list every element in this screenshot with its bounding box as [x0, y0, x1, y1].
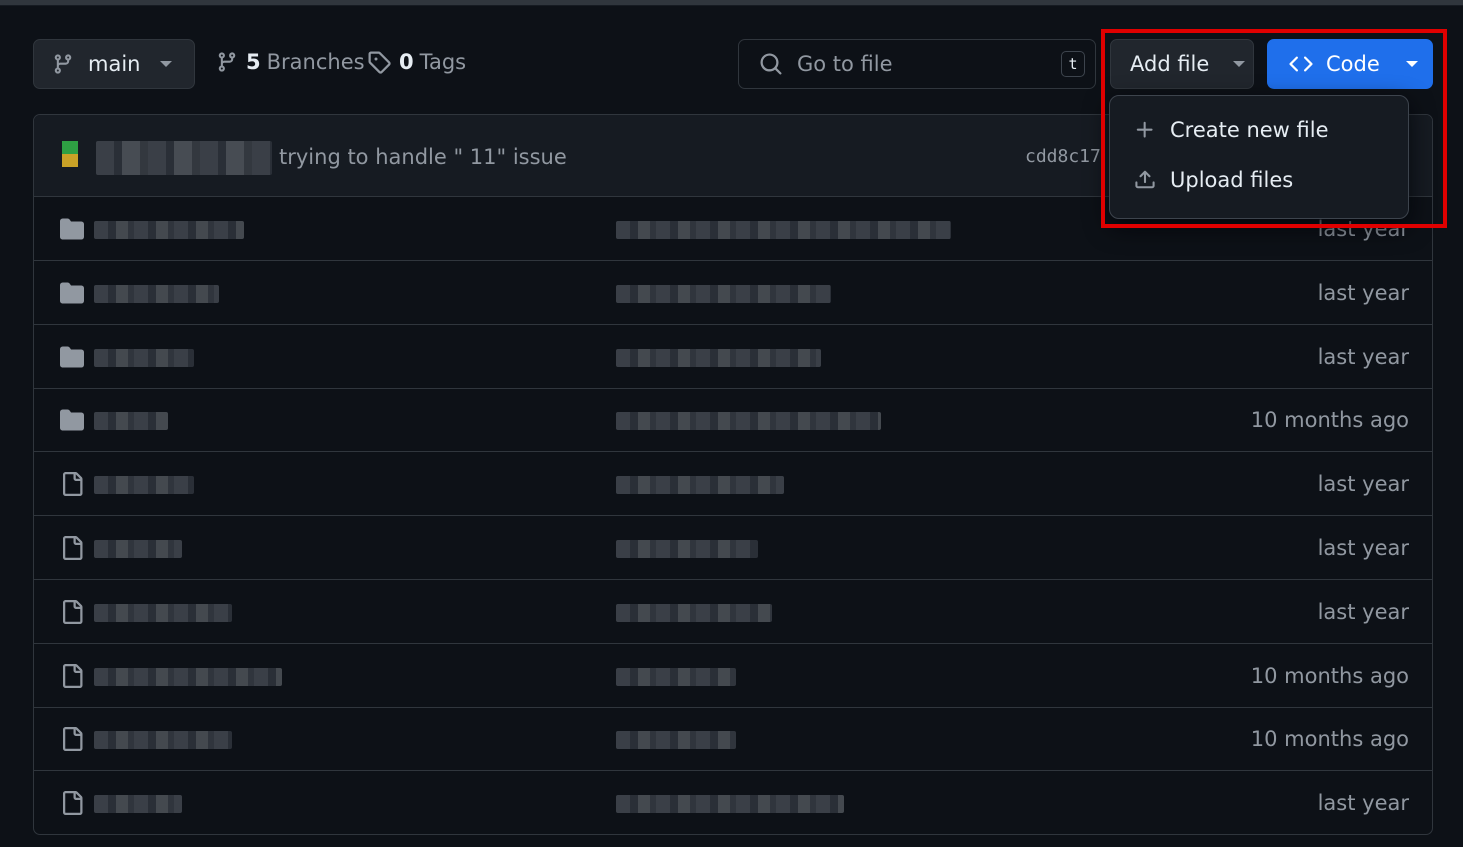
- commit-sha[interactable]: cdd8c17: [1025, 146, 1101, 167]
- go-to-file-input[interactable]: Go to file t: [738, 39, 1096, 89]
- file-icon: [60, 791, 84, 816]
- file-icon: [60, 599, 84, 624]
- last-modified-time: last year: [1317, 280, 1409, 305]
- table-row[interactable]: last year: [34, 452, 1432, 517]
- branches-label: Branches: [266, 50, 365, 74]
- commit-message-redacted[interactable]: [616, 221, 951, 239]
- file-name-redacted[interactable]: [94, 731, 232, 750]
- chevron-down-icon: [160, 61, 173, 67]
- commit-message-redacted[interactable]: [616, 795, 844, 814]
- folder-icon: [60, 345, 84, 369]
- table-row[interactable]: last year: [34, 580, 1432, 644]
- keyboard-shortcut-hint: t: [1061, 51, 1085, 77]
- commit-message-redacted[interactable]: [616, 412, 881, 431]
- tags-link[interactable]: 0 Tags: [367, 50, 466, 74]
- last-modified-time: 10 months ago: [1250, 727, 1409, 752]
- table-row[interactable]: last year: [34, 261, 1432, 325]
- last-modified-time: last year: [1317, 791, 1409, 816]
- commit-author-redacted: [96, 141, 272, 175]
- git-branch-icon: [54, 54, 72, 74]
- commit-message-redacted[interactable]: [616, 603, 772, 622]
- file-name-redacted[interactable]: [94, 795, 182, 814]
- table-row[interactable]: last year: [34, 325, 1432, 389]
- table-row[interactable]: last year: [34, 771, 1432, 834]
- file-name-redacted[interactable]: [94, 603, 232, 622]
- table-row[interactable]: 10 months ago: [34, 707, 1432, 772]
- table-row[interactable]: 10 months ago: [34, 644, 1432, 708]
- table-row[interactable]: 10 months ago: [34, 388, 1432, 453]
- search-icon: [760, 53, 782, 75]
- file-icon: [60, 727, 84, 752]
- last-modified-time: last year: [1317, 472, 1409, 497]
- file-icon: [60, 663, 84, 688]
- commit-message-redacted[interactable]: [616, 731, 736, 750]
- tag-icon: [368, 51, 391, 74]
- file-name-redacted[interactable]: [94, 284, 219, 303]
- tags-label: Tags: [419, 50, 467, 74]
- last-modified-time: last year: [1317, 599, 1409, 624]
- commit-message-redacted[interactable]: [616, 540, 758, 558]
- last-modified-time: last year: [1317, 536, 1409, 560]
- table-row[interactable]: last year: [34, 516, 1432, 580]
- file-icon: [60, 472, 84, 497]
- file-name-redacted[interactable]: [94, 221, 244, 239]
- commit-message-redacted[interactable]: [616, 348, 821, 367]
- folder-icon: [60, 281, 84, 305]
- commit-message[interactable]: trying to handle " 11" issue: [279, 145, 567, 169]
- last-modified-time: 10 months ago: [1250, 663, 1409, 688]
- file-icon: [60, 536, 84, 560]
- tags-count: 0: [399, 50, 414, 74]
- last-modified-time: last year: [1317, 344, 1409, 369]
- last-modified-time: 10 months ago: [1250, 408, 1409, 433]
- file-name-redacted[interactable]: [94, 667, 282, 686]
- avatar[interactable]: [62, 141, 78, 167]
- folder-icon: [60, 408, 84, 432]
- highlight-annotation-box: [1101, 29, 1447, 228]
- branches-count: 5: [246, 50, 261, 74]
- commit-message-redacted[interactable]: [616, 476, 784, 495]
- top-border-shadow: [0, 5, 1463, 6]
- file-name-redacted[interactable]: [94, 348, 194, 367]
- branches-link[interactable]: 5 Branches: [216, 50, 365, 74]
- commit-message-redacted[interactable]: [616, 284, 831, 303]
- git-branch-icon: [218, 52, 236, 72]
- branch-name: main: [88, 52, 141, 76]
- file-name-redacted[interactable]: [94, 476, 194, 495]
- file-name-redacted[interactable]: [94, 540, 182, 558]
- go-to-file-placeholder: Go to file: [797, 52, 893, 76]
- folder-icon: [60, 217, 84, 241]
- commit-message-redacted[interactable]: [616, 667, 736, 686]
- branch-selector-button[interactable]: main: [33, 39, 195, 89]
- file-name-redacted[interactable]: [94, 412, 168, 431]
